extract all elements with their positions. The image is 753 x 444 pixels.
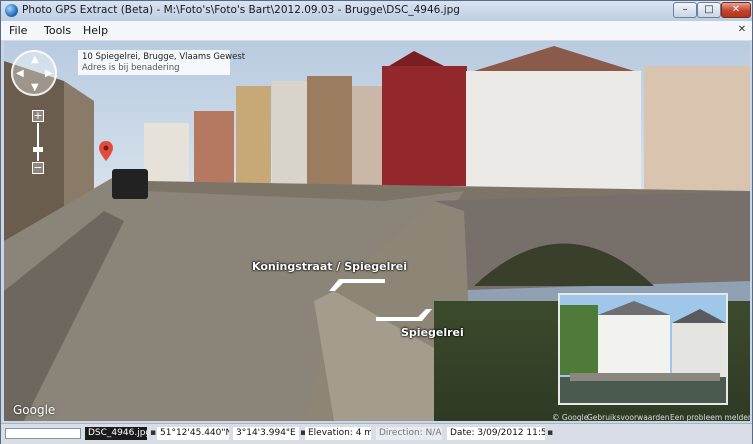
menu-help[interactable]: Help (83, 24, 108, 37)
thumbnail-image (560, 295, 726, 403)
menu-bar: File Tools Help ✕ (1, 21, 752, 41)
zoom-in-button[interactable]: + (32, 110, 44, 122)
address-box: 10 Spiegelrei, Brugge, Vlaams Gewest Adr… (78, 50, 246, 75)
photo-thumbnail[interactable] (558, 293, 728, 405)
maximize-button[interactable]: □ (697, 2, 721, 18)
close-doc-icon[interactable]: ✕ (736, 24, 748, 36)
zoom-slider-thumb[interactable] (33, 147, 43, 152)
zoom-out-button[interactable]: − (32, 162, 44, 174)
pan-up-icon[interactable]: ▲ (31, 55, 39, 65)
status-bar: DSC_4946.jpg ▪ 51°12'45.440"N 3°14'3.994… (1, 423, 752, 444)
minimize-button[interactable]: – (673, 2, 697, 18)
google-logo: Google (13, 403, 56, 417)
status-date: Date: 3/09/2012 11:55:06 (447, 427, 545, 440)
pan-down-icon[interactable]: ▼ (31, 83, 39, 93)
pan-right-icon[interactable]: ▶ (45, 69, 53, 79)
status-longitude: 3°14'3.994"E (233, 427, 299, 440)
app-window: Photo GPS Extract (Beta) - M:\Foto's\Fot… (0, 0, 753, 444)
window-title: Photo GPS Extract (Beta) - M:\Foto's\Fot… (22, 4, 460, 16)
close-button[interactable]: ✕ (721, 2, 751, 18)
status-separator: ▪ (547, 428, 554, 438)
address-approx-link[interactable]: Adres is bij benadering (82, 63, 226, 74)
globe-icon (5, 4, 18, 17)
status-filename: DSC_4946.jpg (85, 427, 147, 440)
report-problem-link[interactable]: Een probleem melden (670, 413, 750, 421)
status-direction: Direction: N/A (376, 427, 442, 440)
nav-arrow-icon[interactable] (329, 277, 385, 291)
zoom-slider-track[interactable] (37, 123, 39, 161)
pan-control-icon[interactable]: ▲ ▼ ◀ ▶ (11, 50, 57, 96)
status-elevation: Elevation: 4 m (305, 427, 371, 440)
street-label-spiegelrei[interactable]: Spiegelrei (401, 326, 464, 339)
street-label-koningstraat[interactable]: Koningstraat / Spiegelrei (252, 260, 407, 273)
progress-bar (5, 428, 81, 439)
menu-tools[interactable]: Tools (44, 24, 71, 37)
status-latitude: 51°12'45.440"N (157, 427, 229, 440)
address-text: 10 Spiegelrei, Brugge, Vlaams Gewest (82, 52, 246, 62)
street-view[interactable]: ▲ ▼ ◀ ▶ + − 10 Spiegelrei, Brugge, Vlaam… (4, 41, 750, 421)
pan-left-icon[interactable]: ◀ (16, 69, 24, 79)
status-separator: ▪ (150, 428, 157, 438)
terms-link[interactable]: Gebruiksvoorwaarden (587, 413, 669, 421)
menu-file[interactable]: File (9, 24, 27, 37)
location-pin-icon[interactable] (99, 141, 113, 161)
copyright-text: © Google (552, 413, 589, 421)
title-bar[interactable]: Photo GPS Extract (Beta) - M:\Foto's\Fot… (1, 1, 752, 21)
nav-arrow-icon[interactable] (376, 309, 432, 323)
